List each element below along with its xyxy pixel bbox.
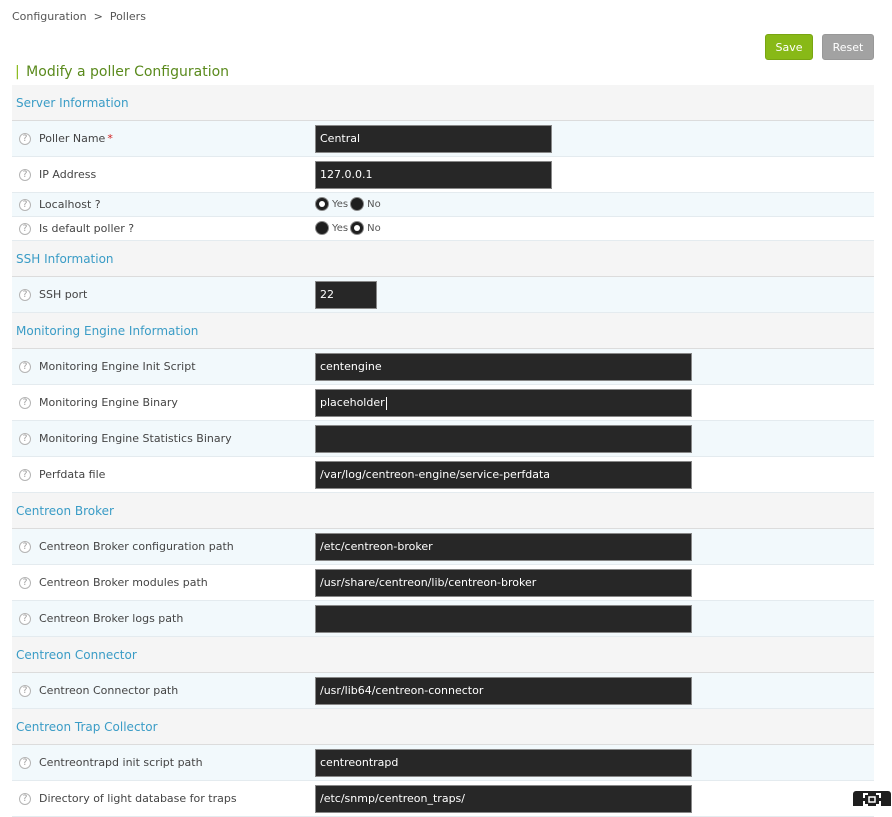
- help-icon[interactable]: ?: [19, 757, 31, 769]
- row-connector-path: ? Centreon Connector path /usr/lib64/cen…: [12, 673, 874, 709]
- ip-address-input[interactable]: 127.0.0.1: [315, 161, 552, 189]
- trap-db-directory-input[interactable]: /etc/snmp/centreon_traps/: [315, 785, 692, 813]
- trapd-init-script-label: Centreontrapd init script path: [39, 756, 203, 769]
- row-broker-modules-path: ? Centreon Broker modules path /usr/shar…: [12, 565, 874, 601]
- help-icon[interactable]: ?: [19, 223, 31, 235]
- help-icon[interactable]: ?: [19, 169, 31, 181]
- engine-stats-binary-input[interactable]: [315, 425, 692, 453]
- help-icon[interactable]: ?: [19, 793, 31, 805]
- section-ssh-information: SSH Information: [12, 241, 874, 277]
- help-icon[interactable]: ?: [19, 361, 31, 373]
- broker-modules-path-label: Centreon Broker modules path: [39, 576, 208, 589]
- row-broker-config-path: ? Centreon Broker configuration path /et…: [12, 529, 874, 565]
- form-title: | Modify a poller Configuration: [15, 64, 230, 80]
- row-engine-init-script: ? Monitoring Engine Init Script centengi…: [12, 349, 874, 385]
- help-icon[interactable]: ?: [19, 199, 31, 211]
- section-centreon-broker: Centreon Broker: [12, 493, 874, 529]
- row-broker-logs-path: ? Centreon Broker logs path: [12, 601, 874, 637]
- default-poller-radio-group: Yes No: [315, 221, 383, 235]
- save-button[interactable]: Save: [765, 34, 813, 60]
- reset-button[interactable]: Reset: [822, 34, 874, 60]
- breadcrumb: Configuration > Pollers: [12, 10, 146, 23]
- localhost-label: Localhost ?: [39, 198, 101, 211]
- section-title: SSH Information: [16, 252, 114, 266]
- ip-address-label: IP Address: [39, 168, 97, 181]
- localhost-no-radio[interactable]: [350, 197, 365, 211]
- localhost-radio-group: Yes No: [315, 197, 383, 211]
- row-perfdata-file: ? Perfdata file /var/log/centreon-engine…: [12, 457, 874, 493]
- trapd-init-script-input[interactable]: centreontrapd: [315, 749, 692, 777]
- help-icon[interactable]: ?: [19, 685, 31, 697]
- radio-label-yes: Yes: [332, 198, 349, 210]
- section-title: Server Information: [16, 96, 129, 110]
- broker-modules-path-input[interactable]: /usr/share/centreon/lib/centreon-broker: [315, 569, 692, 597]
- section-server-information: Server Information: [12, 85, 874, 121]
- breadcrumb-item-pollers[interactable]: Pollers: [110, 10, 146, 23]
- default-poller-label: Is default poller ?: [39, 222, 135, 235]
- connector-path-input[interactable]: /usr/lib64/centreon-connector: [315, 677, 692, 705]
- perfdata-file-input[interactable]: /var/log/centreon-engine/service-perfdat…: [315, 461, 692, 489]
- radio-label-yes: Yes: [332, 222, 349, 234]
- help-icon[interactable]: ?: [19, 613, 31, 625]
- section-title: Monitoring Engine Information: [16, 324, 199, 338]
- row-engine-binary: ? Monitoring Engine Binary placeholder: [12, 385, 874, 421]
- engine-binary-value: placeholder: [320, 396, 385, 409]
- poller-name-input[interactable]: Central: [315, 125, 552, 153]
- row-trap-db-directory: ? Directory of light database for traps …: [12, 781, 874, 817]
- row-poller-name: ? Poller Name * Central: [12, 121, 874, 157]
- connector-path-label: Centreon Connector path: [39, 684, 179, 697]
- perfdata-file-label: Perfdata file: [39, 468, 106, 481]
- breadcrumb-item-configuration[interactable]: Configuration: [12, 10, 87, 23]
- row-ip-address: ? IP Address 127.0.0.1: [12, 157, 874, 193]
- text-caret: [385, 396, 387, 410]
- broker-logs-path-label: Centreon Broker logs path: [39, 612, 184, 625]
- engine-init-script-label: Monitoring Engine Init Script: [39, 360, 196, 373]
- ssh-port-input[interactable]: 22: [315, 281, 377, 309]
- radio-label-no: No: [367, 222, 381, 234]
- help-icon[interactable]: ?: [19, 541, 31, 553]
- row-ssh-port: ? SSH port 22: [12, 277, 874, 313]
- help-icon[interactable]: ?: [19, 433, 31, 445]
- help-icon[interactable]: ?: [19, 469, 31, 481]
- help-icon[interactable]: ?: [19, 289, 31, 301]
- localhost-yes-radio[interactable]: [315, 197, 329, 211]
- section-centreon-connector: Centreon Connector: [12, 637, 874, 673]
- fullscreen-icon[interactable]: [853, 791, 891, 806]
- section-trap-collector: Centreon Trap Collector: [12, 709, 874, 745]
- section-title: Centreon Connector: [16, 648, 137, 662]
- help-icon[interactable]: ?: [19, 577, 31, 589]
- required-marker: *: [107, 132, 113, 145]
- engine-binary-label: Monitoring Engine Binary: [39, 396, 178, 409]
- engine-stats-binary-label: Monitoring Engine Statistics Binary: [39, 432, 232, 445]
- engine-init-script-input[interactable]: centengine: [315, 353, 692, 381]
- section-monitoring-engine: Monitoring Engine Information: [12, 313, 874, 349]
- section-title: Centreon Broker: [16, 504, 114, 518]
- ssh-port-label: SSH port: [39, 288, 88, 301]
- section-title: Centreon Trap Collector: [16, 720, 158, 734]
- broker-logs-path-input[interactable]: [315, 605, 692, 633]
- radio-label-no: No: [367, 198, 381, 210]
- form-title-text: Modify a poller Configuration: [26, 64, 230, 80]
- poller-name-label: Poller Name *: [39, 132, 113, 145]
- poller-form: Server Information ? Poller Name * Centra…: [12, 85, 874, 817]
- default-poller-no-radio[interactable]: [350, 221, 365, 235]
- engine-binary-input[interactable]: placeholder: [315, 389, 692, 417]
- row-trapd-init-script: ? Centreontrapd init script path centreo…: [12, 745, 874, 781]
- broker-config-path-label: Centreon Broker configuration path: [39, 540, 234, 553]
- row-default-poller: ? Is default poller ? Yes No: [12, 217, 874, 241]
- help-icon[interactable]: ?: [19, 133, 31, 145]
- broker-config-path-input[interactable]: /etc/centreon-broker: [315, 533, 692, 561]
- help-icon[interactable]: ?: [19, 397, 31, 409]
- default-poller-yes-radio[interactable]: [315, 221, 329, 235]
- row-engine-stats-binary: ? Monitoring Engine Statistics Binary: [12, 421, 874, 457]
- breadcrumb-separator: >: [93, 10, 103, 23]
- trap-db-directory-label: Directory of light database for traps: [39, 792, 237, 805]
- row-localhost: ? Localhost ? Yes No: [12, 193, 874, 217]
